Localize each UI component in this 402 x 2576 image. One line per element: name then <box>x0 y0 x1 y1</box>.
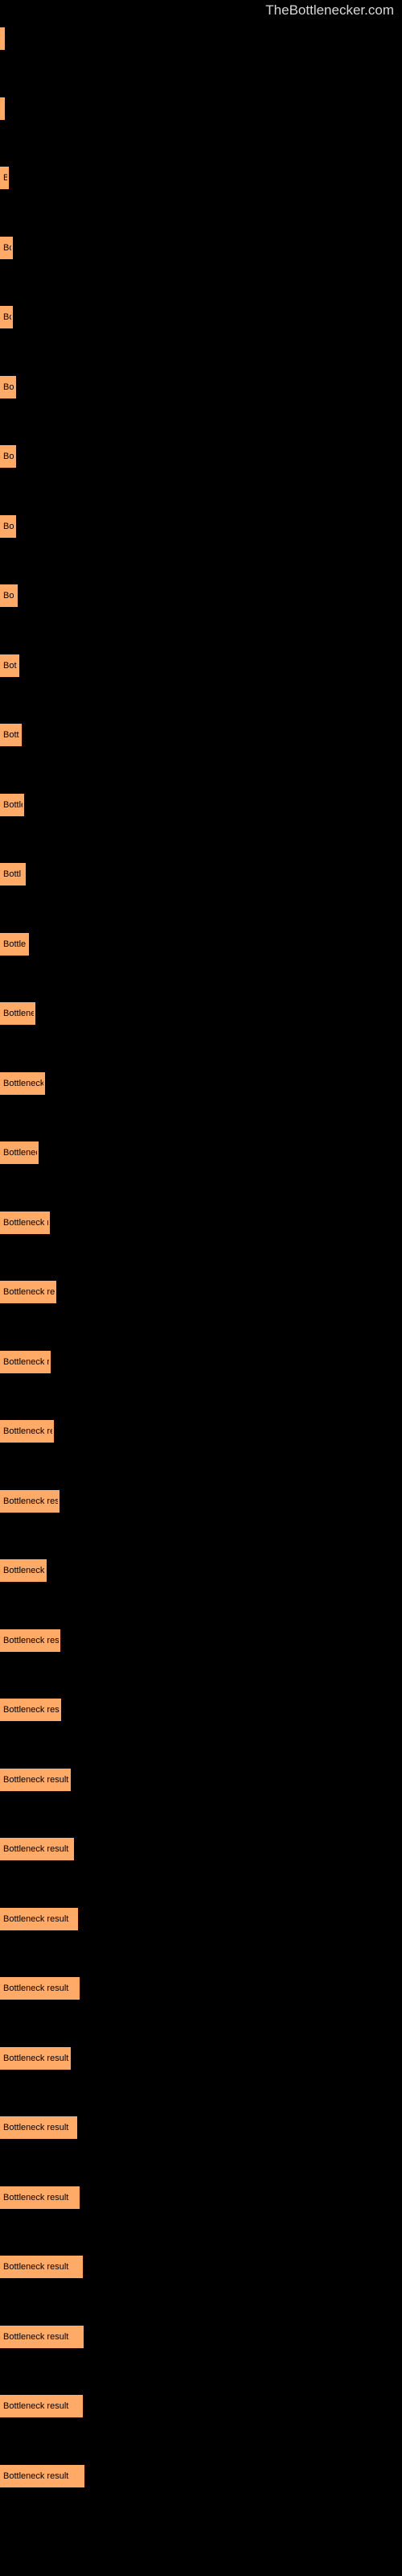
bar-label: Bottleneck result <box>3 1496 58 1506</box>
bar-label: Bo <box>3 242 11 253</box>
bar-label: Bo <box>3 591 14 601</box>
bar-label: Bott <box>3 730 19 740</box>
bar-label: Bottle <box>3 939 27 949</box>
bar-label: Bottleneck result <box>3 1774 69 1785</box>
bar-label: Bottleneck result <box>3 2331 69 2342</box>
bar-label: Bottleneck r <box>3 1148 37 1158</box>
bar-label: Bottle <box>3 799 23 810</box>
bar-label: Bottleneck result <box>3 2053 69 2063</box>
bar-label: Bottleneck res <box>3 1566 45 1575</box>
bar-label: Bottleneck result <box>3 2123 69 2132</box>
bar-label: Bo <box>3 382 14 392</box>
bar-label: Bo <box>3 521 14 531</box>
bar-label: Bot <box>3 660 17 671</box>
bar-label: Bo <box>3 452 14 461</box>
bar-label: Bottleneck result <box>3 2401 69 2411</box>
bar-label: Bottleneck resu <box>3 1356 49 1367</box>
bar-chart-plot-area: B Bo Bo Bo Bo Bo Bo Bot Bott Bottle Bottl Bottle Bot… <box>0 23 402 2574</box>
bar-label: Bottleneck result <box>3 2262 69 2272</box>
bar-label: Bottleneck result <box>3 2192 69 2202</box>
bar-label: Bottleneck result <box>3 1287 55 1297</box>
bar <box>0 27 5 50</box>
bar-label: Bo <box>3 312 11 322</box>
bar <box>0 97 5 120</box>
bar-label: Bottleneck result <box>3 2471 69 2481</box>
chart-page: TheBottlenecker.com B Bo Bo Bo Bo Bo Bo Bot Bott… <box>0 0 402 2576</box>
bar-label: Bottleneck result <box>3 1635 59 1645</box>
bar-label: Bottleneck result <box>3 1844 69 1854</box>
bar-label: Bottleneck result <box>3 1913 69 1924</box>
bar-label: Bottleneck result <box>3 1426 52 1436</box>
bar-label: Bottleneck res <box>3 1078 43 1088</box>
bar-label: Bottleneck result <box>3 1984 69 1993</box>
bar-label: B <box>3 173 7 183</box>
bar-label: Bottleneck result <box>3 1705 59 1715</box>
site-title: TheBottlenecker.com <box>265 2 394 18</box>
bar-label: Bottl <box>3 869 22 879</box>
bar-label: Bottleneck result <box>3 1217 48 1228</box>
bar-label: Bottlenec <box>3 1009 34 1018</box>
